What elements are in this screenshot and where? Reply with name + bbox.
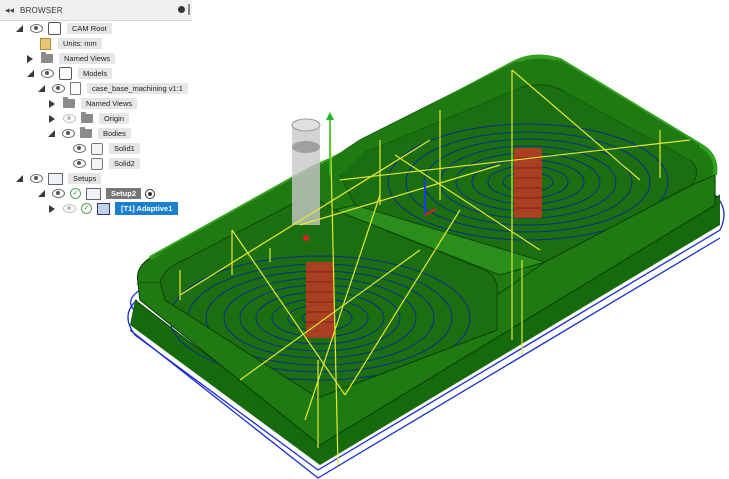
- tree-row-model-named-views[interactable]: Named Views: [49, 96, 138, 111]
- tree-label: Setup2: [106, 188, 142, 199]
- tree-label: case_base_machining v1:1: [87, 83, 188, 94]
- expand-arrow-icon[interactable]: [49, 99, 55, 108]
- tree-row-setup2[interactable]: ✓ Setup2: [38, 186, 156, 201]
- collapse-panel-icon[interactable]: ◂◂: [5, 5, 14, 16]
- visibility-eye-icon[interactable]: [63, 114, 76, 123]
- body-icon: [91, 157, 103, 170]
- tree-label: [T1] Adaptive1: [115, 202, 179, 215]
- tree-label: Origin: [99, 113, 130, 124]
- tree-row-solid2[interactable]: Solid2: [73, 156, 140, 171]
- tree-row-units[interactable]: Units: mm: [40, 36, 102, 51]
- browser-header: ◂◂ BROWSER: [0, 0, 192, 21]
- plunge-helix-left: [306, 262, 334, 338]
- adaptive-operation-icon: [97, 202, 110, 215]
- body-icon: [91, 142, 103, 155]
- tool-cylinder: [291, 118, 321, 225]
- component-icon: [59, 67, 72, 80]
- panel-pin-icon[interactable]: [188, 4, 190, 15]
- expand-arrow-icon[interactable]: [16, 25, 23, 32]
- browser-panel: ◂◂ BROWSER CAM Root Units: mm Named View…: [0, 0, 192, 225]
- folder-icon: [63, 97, 75, 108]
- tree-label: Units: mm: [58, 38, 102, 49]
- units-doc-icon: [40, 37, 51, 50]
- folder-icon: [80, 127, 92, 138]
- tree-row-named-views[interactable]: Named Views: [27, 51, 116, 66]
- tree-row-bodies[interactable]: Bodies: [48, 126, 131, 141]
- tree-row-cam-root[interactable]: CAM Root: [16, 21, 112, 36]
- tree-row-model-file[interactable]: case_base_machining v1:1: [38, 81, 188, 96]
- valid-check-icon: ✓: [70, 188, 81, 199]
- tree-label: Setups: [68, 173, 102, 184]
- panel-options-icon[interactable]: [178, 6, 185, 13]
- tree-row-operation[interactable]: ✓ [T1] Adaptive1: [49, 201, 179, 216]
- folder-icon: [41, 52, 53, 63]
- visibility-eye-icon[interactable]: [41, 69, 54, 78]
- visibility-eye-icon[interactable]: [30, 24, 43, 33]
- expand-arrow-icon[interactable]: [49, 114, 55, 123]
- component-icon: [48, 22, 61, 35]
- expand-arrow-icon[interactable]: [38, 190, 45, 197]
- tree-label: Models: [78, 68, 113, 79]
- tree-label: Solid2: [109, 158, 140, 169]
- visibility-eye-icon[interactable]: [63, 204, 76, 213]
- tree-row-models[interactable]: Models: [27, 66, 113, 81]
- tree-row-setups[interactable]: Setups: [16, 171, 102, 186]
- tree-label: CAM Root: [67, 23, 112, 34]
- visibility-eye-icon[interactable]: [52, 189, 65, 198]
- expand-arrow-icon[interactable]: [49, 204, 55, 213]
- visibility-eye-icon[interactable]: [73, 144, 86, 153]
- activate-target-icon[interactable]: [145, 188, 156, 199]
- tree-row-solid1[interactable]: Solid1: [73, 141, 140, 156]
- valid-check-icon: ✓: [81, 203, 92, 214]
- expand-arrow-icon[interactable]: [27, 54, 33, 63]
- expand-arrow-icon[interactable]: [48, 130, 55, 137]
- browser-title: BROWSER: [20, 5, 63, 15]
- model-document-icon: [70, 82, 81, 95]
- visibility-eye-icon[interactable]: [30, 174, 43, 183]
- tree-label: Named Views: [81, 98, 138, 109]
- visibility-eye-icon[interactable]: [52, 84, 65, 93]
- expand-arrow-icon[interactable]: [38, 85, 45, 92]
- tree-label: Bodies: [98, 128, 131, 139]
- visibility-eye-icon[interactable]: [73, 159, 86, 168]
- setup-icon: [86, 187, 101, 200]
- folder-icon: [81, 112, 93, 123]
- tree-row-origin[interactable]: Origin: [49, 111, 130, 126]
- tree-label: Named Views: [59, 53, 116, 64]
- setups-icon: [48, 172, 63, 185]
- expand-arrow-icon[interactable]: [27, 70, 34, 77]
- expand-arrow-icon[interactable]: [16, 175, 23, 182]
- tree-label: Solid1: [109, 143, 140, 154]
- visibility-eye-icon[interactable]: [62, 129, 75, 138]
